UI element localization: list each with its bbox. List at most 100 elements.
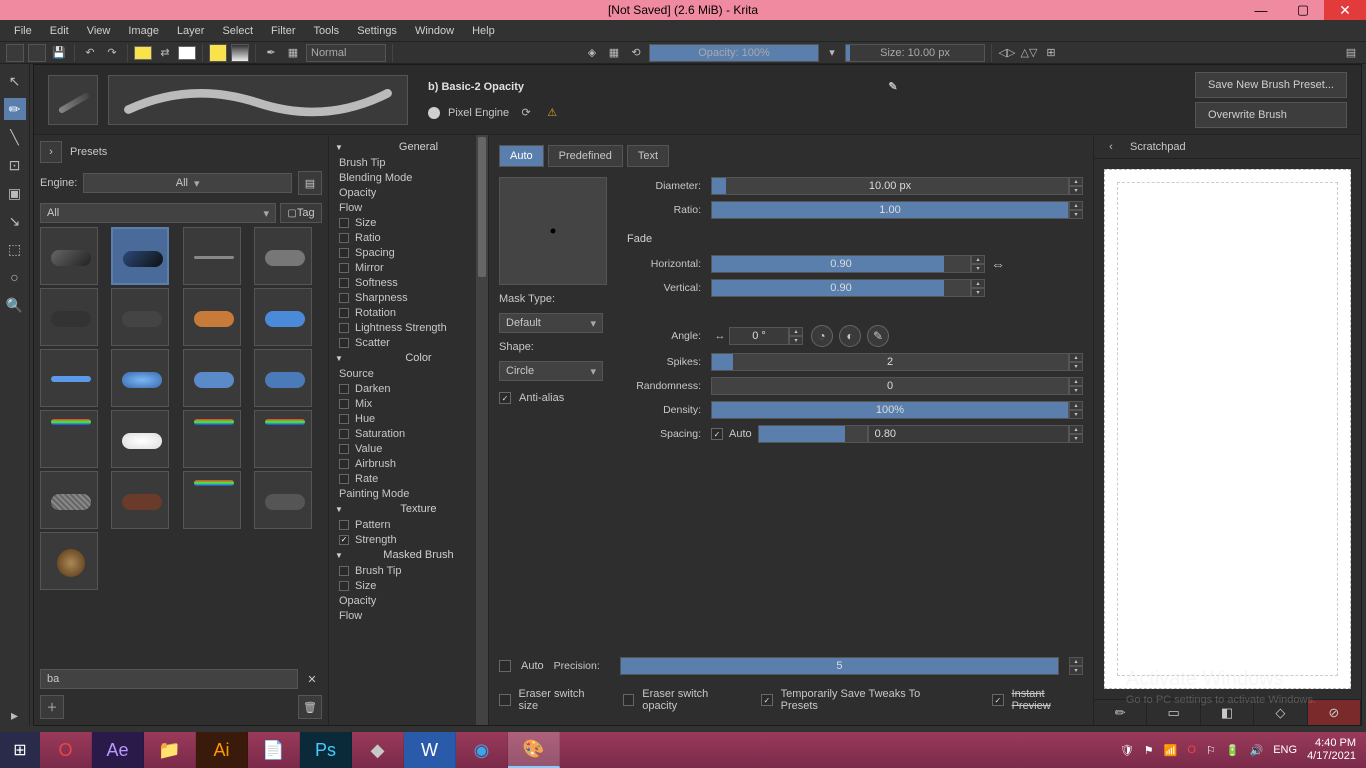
tray-clock[interactable]: 4:40 PM 4/17/2021 — [1307, 737, 1356, 763]
tab-auto[interactable]: Auto — [499, 145, 544, 167]
preset-item[interactable] — [183, 410, 241, 468]
param-item[interactable]: Spacing — [333, 245, 488, 260]
alpha-lock-icon[interactable]: ▦ — [605, 44, 623, 62]
instant-preview-checkbox[interactable] — [992, 694, 1004, 706]
param-item[interactable]: Size — [333, 578, 488, 593]
param-item[interactable]: Scatter — [333, 335, 488, 350]
eraser-opacity-checkbox[interactable] — [623, 694, 635, 706]
param-item[interactable]: Hue — [333, 411, 488, 426]
delete-preset-button[interactable]: 🗑 — [298, 695, 322, 719]
density-spinner[interactable]: ▴▾ — [1069, 401, 1083, 419]
param-item[interactable]: Value — [333, 441, 488, 456]
swap-colors-icon[interactable]: ⇄ — [156, 44, 174, 62]
preset-item[interactable] — [111, 227, 169, 285]
clear-search-button[interactable]: ✕ — [302, 669, 322, 689]
h-fade-spinner[interactable]: ▴▾ — [971, 255, 985, 273]
save-icon[interactable]: 💾 — [50, 44, 68, 62]
angle-random-icon[interactable]: ✎ — [867, 325, 889, 347]
opacity-lock-icon[interactable]: ▾ — [823, 44, 841, 62]
zoom-tool-icon[interactable]: 🔍 — [4, 294, 26, 316]
crop-tool-icon[interactable]: ⊡ — [4, 154, 26, 176]
precision-auto-checkbox[interactable] — [499, 660, 511, 672]
param-item[interactable]: Mirror — [333, 260, 488, 275]
pattern-swatch[interactable] — [209, 44, 227, 62]
spacing-auto-checkbox[interactable] — [711, 428, 723, 440]
tray-lang-label[interactable]: ENG — [1273, 744, 1297, 756]
menu-help[interactable]: Help — [464, 22, 503, 40]
angle-input[interactable]: 0 ° — [729, 327, 789, 345]
select-lasso-icon[interactable]: ○ — [4, 266, 26, 288]
param-item[interactable]: Strength — [333, 532, 488, 547]
task-photoshop-icon[interactable]: Ps — [300, 732, 352, 768]
task-explorer-icon[interactable]: 📁 — [144, 732, 196, 768]
param-item[interactable]: Ratio — [333, 230, 488, 245]
precision-slider[interactable]: 5 — [620, 657, 1059, 675]
menu-file[interactable]: File — [6, 22, 40, 40]
close-button[interactable]: ✕ — [1324, 0, 1366, 20]
new-doc-button[interactable] — [6, 44, 24, 62]
mask-type-select[interactable]: Default — [499, 313, 603, 333]
antialias-checkbox[interactable] — [499, 392, 511, 404]
menu-window[interactable]: Window — [407, 22, 462, 40]
param-item[interactable]: Brush Tip — [333, 563, 488, 578]
menu-select[interactable]: Select — [214, 22, 261, 40]
preset-item[interactable] — [254, 349, 312, 407]
line-tool-icon[interactable]: ╲ — [4, 126, 26, 148]
preset-item[interactable] — [40, 532, 98, 590]
ratio-spinner[interactable]: ▴▾ — [1069, 201, 1083, 219]
ratio-slider[interactable]: 1.00 — [711, 201, 1069, 219]
param-item[interactable]: Rate — [333, 471, 488, 486]
param-item[interactable]: Source — [333, 366, 488, 381]
menu-filter[interactable]: Filter — [263, 22, 303, 40]
shape-select[interactable]: Circle — [499, 361, 603, 381]
background-color[interactable] — [178, 46, 196, 60]
maximize-button[interactable]: ▢ — [1282, 0, 1324, 20]
preset-item[interactable] — [254, 227, 312, 285]
param-item[interactable]: Mix — [333, 396, 488, 411]
brush-tool-icon[interactable]: ✏ — [4, 98, 26, 120]
param-item[interactable]: Darken — [333, 381, 488, 396]
tag-button[interactable]: ▢ Tag — [280, 203, 322, 223]
tray-battery-icon[interactable]: 🔋 — [1226, 744, 1240, 757]
param-item[interactable]: Blending Mode — [333, 170, 488, 185]
collapse-presets-button[interactable]: › — [40, 141, 62, 163]
preset-item[interactable] — [111, 471, 169, 529]
resize-cursor-icon[interactable]: ⇔ — [991, 256, 1005, 272]
preset-item[interactable] — [40, 349, 98, 407]
param-item[interactable]: Saturation — [333, 426, 488, 441]
preset-item[interactable] — [111, 410, 169, 468]
task-steam-icon[interactable]: ◉ — [456, 732, 508, 768]
tray-action-icon[interactable]: ⚐ — [1206, 744, 1216, 757]
spikes-slider[interactable]: 2 — [711, 353, 1069, 371]
param-item[interactable]: Size — [333, 215, 488, 230]
engine-settings-button[interactable]: ▤ — [298, 171, 322, 195]
reload-engine-icon[interactable]: ⟳ — [517, 104, 535, 122]
scratchpad-canvas[interactable] — [1104, 169, 1351, 689]
fill-tool-icon[interactable]: ▣ — [4, 182, 26, 204]
mirror-h-icon[interactable]: ◁▷ — [998, 44, 1016, 62]
param-item[interactable]: Opacity — [333, 185, 488, 200]
move-tool-icon[interactable]: ↖ — [4, 70, 26, 92]
parameters-tree[interactable]: General Brush Tip Blending Mode Opacity … — [329, 135, 488, 725]
preset-item[interactable] — [254, 410, 312, 468]
brush-engine-icon[interactable]: ▦ — [284, 44, 302, 62]
preset-item[interactable] — [183, 288, 241, 346]
preset-item[interactable] — [254, 471, 312, 529]
spacing-spinner[interactable]: ▴▾ — [1069, 425, 1083, 443]
param-item[interactable]: Pattern — [333, 517, 488, 532]
preset-search-input[interactable] — [40, 669, 298, 689]
tab-text[interactable]: Text — [627, 145, 669, 167]
spacing-value[interactable]: 0.80 — [868, 425, 1069, 443]
tag-filter-select[interactable]: All — [40, 203, 276, 223]
save-new-brush-button[interactable]: Save New Brush Preset... — [1195, 72, 1347, 98]
undo-icon[interactable]: ↶ — [81, 44, 99, 62]
randomness-spinner[interactable]: ▴▾ — [1069, 377, 1083, 395]
angle-spinner[interactable]: ▴▾ — [789, 327, 803, 345]
add-preset-button[interactable]: ＋ — [40, 695, 64, 719]
brush-thumbnail[interactable] — [48, 75, 98, 125]
param-item[interactable]: Flow — [333, 200, 488, 215]
task-krita-icon[interactable]: 🎨 — [508, 732, 560, 768]
preset-item[interactable] — [254, 288, 312, 346]
tray-flag-icon[interactable]: ⚑ — [1144, 744, 1154, 757]
preset-item[interactable] — [40, 288, 98, 346]
